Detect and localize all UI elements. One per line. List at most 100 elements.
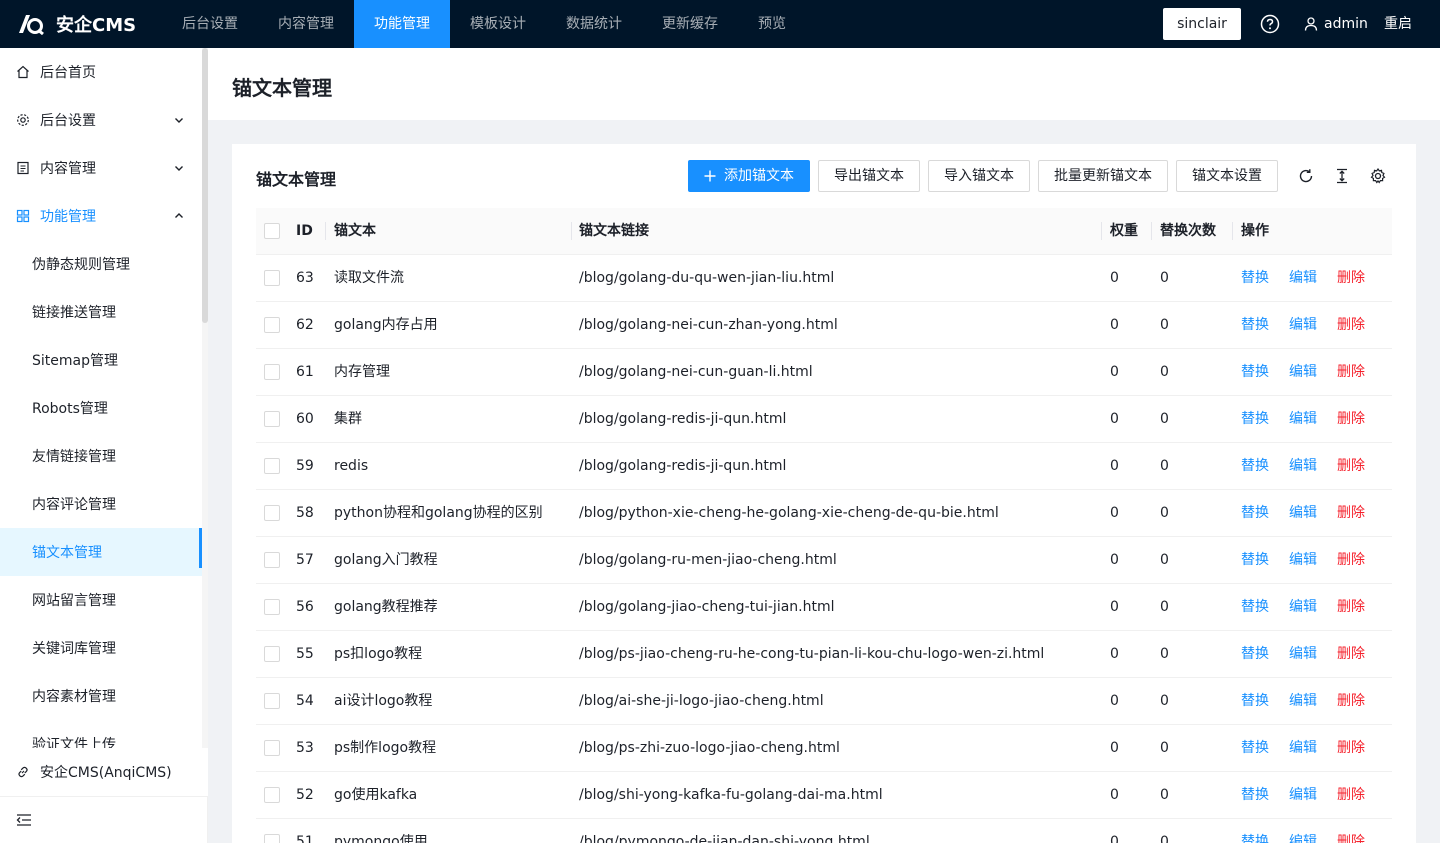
sidebar-subitem[interactable]: 验证文件上传 (0, 720, 202, 748)
row-checkbox[interactable] (264, 740, 280, 756)
column-height-icon[interactable] (1334, 168, 1350, 184)
delete-link[interactable]: 删除 (1337, 819, 1365, 843)
row-checkbox[interactable] (264, 599, 280, 615)
cell-ops: 替换 编辑 删除 (1241, 631, 1385, 677)
topnav-item[interactable]: 内容管理 (258, 0, 354, 48)
delete-link[interactable]: 删除 (1337, 302, 1365, 348)
cell-id: 61 (296, 364, 314, 380)
sidebar-item-home[interactable]: 后台首页 (0, 48, 202, 96)
cell-anchor: python协程和golang协程的区别 (334, 505, 543, 521)
topnav-item[interactable]: 模板设计 (450, 0, 546, 48)
sidebar-item-settings[interactable]: 后台设置 (0, 96, 202, 144)
replace-link[interactable]: 替换 (1241, 490, 1269, 536)
replace-link[interactable]: 替换 (1241, 443, 1269, 489)
edit-link[interactable]: 编辑 (1289, 302, 1317, 348)
replace-link[interactable]: 替换 (1241, 255, 1269, 301)
sidebar-item-content[interactable]: 内容管理 (0, 144, 202, 192)
edit-link[interactable]: 编辑 (1289, 537, 1317, 583)
batch-update-button[interactable]: 批量更新锚文本 (1038, 160, 1168, 192)
row-checkbox[interactable] (264, 458, 280, 474)
sidebar-subitem[interactable]: 锚文本管理 (0, 528, 202, 576)
edit-link[interactable]: 编辑 (1289, 678, 1317, 724)
delete-link[interactable]: 删除 (1337, 631, 1365, 677)
user-icon (1304, 17, 1318, 31)
row-checkbox[interactable] (264, 270, 280, 286)
row-checkbox[interactable] (264, 787, 280, 803)
sidebar-collapse-button[interactable] (0, 796, 208, 843)
edit-link[interactable]: 编辑 (1289, 396, 1317, 442)
edit-link[interactable]: 编辑 (1289, 255, 1317, 301)
add-anchor-button[interactable]: 添加锚文本 (688, 160, 810, 192)
row-checkbox[interactable] (264, 693, 280, 709)
replace-link[interactable]: 替换 (1241, 725, 1269, 771)
replace-link[interactable]: 替换 (1241, 819, 1269, 843)
replace-link[interactable]: 替换 (1241, 396, 1269, 442)
replace-link[interactable]: 替换 (1241, 302, 1269, 348)
sidebar-scrollbar[interactable] (202, 48, 208, 748)
app-logo[interactable]: 安企CMS (16, 0, 136, 48)
topnav-item[interactable]: 数据统计 (546, 0, 642, 48)
edit-link[interactable]: 编辑 (1289, 349, 1317, 395)
restart-button[interactable]: 重启 (1384, 0, 1412, 48)
reload-icon[interactable] (1298, 168, 1314, 184)
user-menu[interactable]: admin (1304, 0, 1368, 48)
settings-icon[interactable] (1370, 168, 1386, 184)
replace-link[interactable]: 替换 (1241, 772, 1269, 818)
sidebar-subitem[interactable]: 伪静态规则管理 (0, 240, 202, 288)
edit-link[interactable]: 编辑 (1289, 772, 1317, 818)
anchor-settings-button[interactable]: 锚文本设置 (1176, 160, 1278, 192)
edit-link[interactable]: 编辑 (1289, 725, 1317, 771)
sidebar-subitem[interactable]: 内容评论管理 (0, 480, 202, 528)
row-checkbox[interactable] (264, 317, 280, 333)
delete-link[interactable]: 删除 (1337, 584, 1365, 630)
delete-link[interactable]: 删除 (1337, 396, 1365, 442)
sidebar-item-label: 后台首页 (40, 65, 96, 81)
sidebar-subitem[interactable]: 网站留言管理 (0, 576, 202, 624)
sidebar-item-functions[interactable]: 功能管理 (0, 192, 202, 240)
export-anchor-button[interactable]: 导出锚文本 (818, 160, 920, 192)
sidebar-subitem[interactable]: Robots管理 (0, 384, 202, 432)
edit-link[interactable]: 编辑 (1289, 819, 1317, 843)
help-icon[interactable] (1260, 14, 1280, 34)
grid-icon (16, 209, 30, 223)
sidebar-subitem[interactable]: 内容素材管理 (0, 672, 202, 720)
delete-link[interactable]: 删除 (1337, 443, 1365, 489)
delete-link[interactable]: 删除 (1337, 678, 1365, 724)
row-checkbox[interactable] (264, 364, 280, 380)
row-checkbox[interactable] (264, 834, 280, 843)
topnav-item[interactable]: 更新缓存 (642, 0, 738, 48)
delete-link[interactable]: 删除 (1337, 349, 1365, 395)
delete-link[interactable]: 删除 (1337, 537, 1365, 583)
row-checkbox[interactable] (264, 505, 280, 521)
topnav-item[interactable]: 功能管理 (354, 0, 450, 48)
select-all-checkbox[interactable] (264, 223, 280, 239)
edit-link[interactable]: 编辑 (1289, 584, 1317, 630)
edit-link[interactable]: 编辑 (1289, 631, 1317, 677)
cell-weight: 0 (1110, 364, 1119, 380)
row-checkbox[interactable] (264, 411, 280, 427)
topnav-item[interactable]: 后台设置 (162, 0, 258, 48)
sidebar-footer-link[interactable]: 安企CMS(AnqiCMS) (0, 748, 208, 796)
delete-link[interactable]: 删除 (1337, 490, 1365, 536)
edit-link[interactable]: 编辑 (1289, 443, 1317, 489)
row-checkbox[interactable] (264, 552, 280, 568)
delete-link[interactable]: 删除 (1337, 772, 1365, 818)
site-switch-button[interactable]: sinclair (1163, 8, 1241, 40)
replace-link[interactable]: 替换 (1241, 537, 1269, 583)
replace-link[interactable]: 替换 (1241, 678, 1269, 724)
edit-link[interactable]: 编辑 (1289, 490, 1317, 536)
delete-link[interactable]: 删除 (1337, 255, 1365, 301)
sidebar-subitem[interactable]: 友情链接管理 (0, 432, 202, 480)
cell-count: 0 (1160, 505, 1169, 521)
delete-link[interactable]: 删除 (1337, 725, 1365, 771)
topnav-item[interactable]: 预览 (738, 0, 806, 48)
replace-link[interactable]: 替换 (1241, 631, 1269, 677)
replace-link[interactable]: 替换 (1241, 584, 1269, 630)
row-checkbox[interactable] (264, 646, 280, 662)
column-divider (1151, 222, 1152, 240)
import-anchor-button[interactable]: 导入锚文本 (928, 160, 1030, 192)
sidebar-subitem[interactable]: 链接推送管理 (0, 288, 202, 336)
sidebar-subitem[interactable]: 关键词库管理 (0, 624, 202, 672)
replace-link[interactable]: 替换 (1241, 349, 1269, 395)
sidebar-subitem[interactable]: Sitemap管理 (0, 336, 202, 384)
